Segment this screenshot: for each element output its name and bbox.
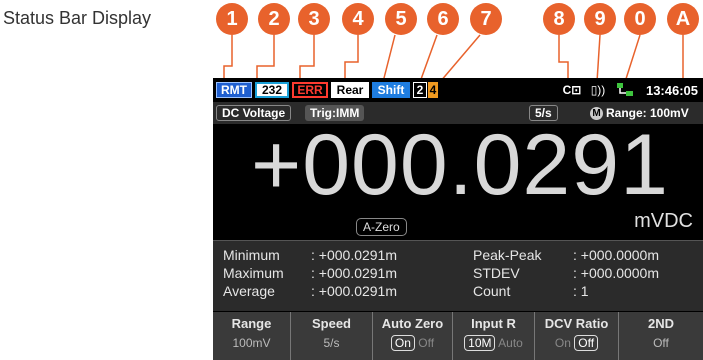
rs232-indicator: 232 bbox=[255, 82, 289, 98]
stat-value: : +000.0000m bbox=[573, 265, 660, 281]
stat-value: : +000.0000m bbox=[573, 247, 660, 263]
softkey-speed[interactable]: Speed 5/s bbox=[291, 312, 373, 360]
card-icon: C⊡ bbox=[560, 82, 584, 98]
stat-label: Average bbox=[223, 283, 275, 299]
stat-label: Count bbox=[473, 283, 511, 299]
stat-value: : +000.0291m bbox=[311, 283, 398, 299]
clock: 13:46:05 bbox=[645, 82, 699, 98]
softkey-label: Range bbox=[231, 316, 272, 331]
softkey-range[interactable]: Range 100mV bbox=[213, 312, 291, 360]
stat-label: Maximum bbox=[223, 265, 284, 281]
display-digit-indicator: 2 bbox=[413, 82, 427, 98]
softkey-label: Auto Zero bbox=[381, 316, 444, 331]
softkey-label: Speed bbox=[311, 316, 351, 331]
softkey-dcv-ratio[interactable]: DCV Ratio On Off bbox=[535, 312, 619, 360]
stat-value: : +000.0291m bbox=[311, 265, 398, 281]
softkey-auto-zero[interactable]: Auto Zero On Off bbox=[373, 312, 453, 360]
stat-value: : 1 bbox=[573, 283, 589, 299]
softkey-label: 2ND bbox=[647, 316, 674, 331]
sensor-digit-indicator: 4 bbox=[428, 82, 438, 98]
statistics-panel: Minimum : +000.0291m Maximum : +000.0291… bbox=[213, 240, 703, 311]
softkey-2nd[interactable]: 2ND Off bbox=[619, 312, 703, 360]
main-reading-value: +000.0291 bbox=[251, 117, 669, 213]
stat-label: STDEV bbox=[473, 265, 520, 281]
softkey-value: 100mV bbox=[232, 336, 271, 350]
stat-label: Peak-Peak bbox=[473, 247, 542, 263]
softkey-label: Input R bbox=[471, 316, 516, 331]
error-indicator: ERR bbox=[292, 82, 328, 98]
toggle-off: Auto bbox=[498, 336, 523, 350]
status-bar: RMT 232 ERR Rear Shift 2 4 C⊡ ▯)) 13:46:… bbox=[213, 78, 703, 102]
softkey-value: 5/s bbox=[323, 336, 340, 350]
toggle-off: Off bbox=[418, 336, 435, 350]
softkey-toggle: 10M Auto bbox=[453, 335, 534, 351]
beeper-icon: ▯)) bbox=[590, 83, 606, 97]
softkey-bar: Range 100mV Speed 5/s Auto Zero On Off I… bbox=[213, 312, 703, 360]
stat-label: Minimum bbox=[223, 247, 280, 263]
reading-unit: mVDC bbox=[634, 210, 693, 232]
softkey-value: Off bbox=[653, 336, 669, 350]
instrument-screen: RMT 232 ERR Rear Shift 2 4 C⊡ ▯)) 13:46:… bbox=[213, 78, 703, 360]
azero-indicator: A-Zero bbox=[356, 218, 407, 236]
shift-indicator: Shift bbox=[372, 82, 410, 98]
softkey-toggle: On Off bbox=[373, 335, 452, 351]
toggle-off: Off bbox=[574, 335, 599, 351]
stat-value: : +000.0291m bbox=[311, 247, 398, 263]
softkey-input-r[interactable]: Input R 10M Auto bbox=[453, 312, 535, 360]
toggle-on: On bbox=[554, 336, 571, 350]
main-reading-area: +000.0291 A-Zero mVDC bbox=[213, 117, 703, 238]
softkey-toggle: On Off bbox=[535, 335, 618, 351]
toggle-on: 10M bbox=[464, 335, 496, 351]
toggle-on: On bbox=[390, 335, 415, 351]
lan-icon bbox=[615, 82, 635, 98]
remote-indicator: RMT bbox=[216, 82, 252, 98]
softkey-label: DCV Ratio bbox=[544, 316, 609, 331]
rear-input-indicator: Rear bbox=[331, 82, 369, 98]
